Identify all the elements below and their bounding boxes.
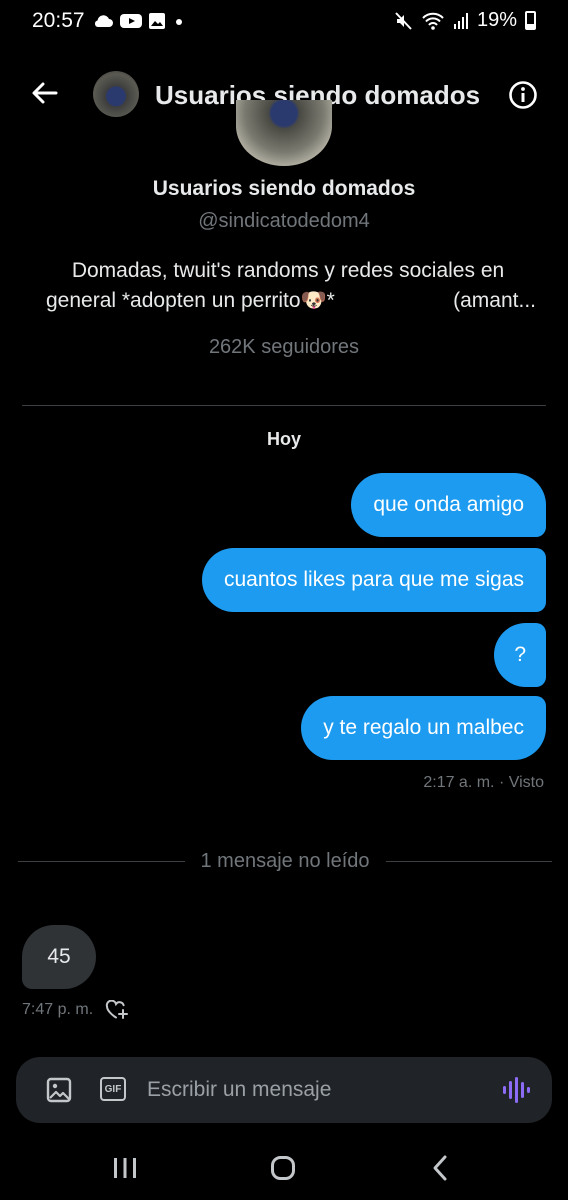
home-icon[interactable]	[270, 1155, 296, 1181]
divider-line	[18, 860, 185, 862]
back-icon[interactable]	[430, 1154, 450, 1182]
gallery-icon	[149, 13, 165, 29]
profile-name: Usuarios siendo domados	[152, 177, 416, 200]
youtube-icon	[120, 14, 142, 28]
unread-divider: 1 mensaje no leído	[18, 848, 553, 874]
battery-percent: 19%	[476, 9, 517, 31]
voice-message-icon[interactable]	[501, 1074, 531, 1106]
sent-message[interactable]: ?	[494, 623, 546, 687]
divider-line	[385, 860, 553, 862]
signal-icon	[453, 12, 468, 29]
system-status: 19%	[393, 9, 536, 32]
profile-avatar[interactable]	[236, 100, 332, 166]
arrow-left-icon[interactable]	[28, 76, 62, 110]
day-label: Hoy	[266, 429, 301, 449]
system-nav-bar	[0, 1140, 568, 1200]
status-bar: 20:57 19%	[0, 0, 568, 44]
status-time: 20:57	[32, 9, 85, 32]
received-message-meta: 7:47 p. m.	[22, 1000, 129, 1020]
divider	[22, 405, 546, 406]
cloud-icon	[94, 15, 113, 27]
message-status: 2:17 a. m. · Visto	[423, 774, 544, 791]
image-icon[interactable]	[45, 1076, 73, 1104]
recents-icon[interactable]	[112, 1156, 138, 1180]
sent-message[interactable]: cuantos likes para que me sigas	[202, 548, 546, 612]
followers-count: 262K seguidores	[208, 336, 360, 358]
received-message[interactable]: 45	[22, 925, 96, 989]
message-time: 7:47 p. m.	[22, 1001, 94, 1018]
add-reaction-icon[interactable]	[105, 1000, 129, 1020]
bio-line: Domadas, twuit's randoms y redes sociale…	[71, 259, 505, 282]
profile-bio: Domadas, twuit's randoms y redes sociale…	[46, 256, 536, 316]
profile-handle: @sindicatodedom4	[198, 210, 370, 232]
bio-line-segment: general *adopten un perrito🐶*	[46, 289, 335, 312]
info-icon[interactable]	[508, 80, 538, 110]
message-input[interactable]	[147, 1074, 487, 1106]
gif-button[interactable]: GIF	[100, 1077, 126, 1101]
mute-icon	[395, 11, 412, 30]
bio-line-segment: (amant...	[453, 289, 536, 312]
notification-icons	[92, 12, 186, 30]
dot-icon	[176, 19, 182, 25]
sent-message[interactable]: que onda amigo	[351, 473, 546, 537]
sent-message[interactable]: y te regalo un malbec	[301, 696, 546, 760]
bio-line: general *adopten un perrito🐶* (amant...	[46, 286, 536, 316]
wifi-icon	[422, 12, 444, 30]
avatar[interactable]	[93, 71, 139, 117]
message-composer: GIF	[16, 1057, 552, 1123]
battery-icon	[525, 11, 536, 30]
unread-label: 1 mensaje no leído	[200, 849, 370, 872]
